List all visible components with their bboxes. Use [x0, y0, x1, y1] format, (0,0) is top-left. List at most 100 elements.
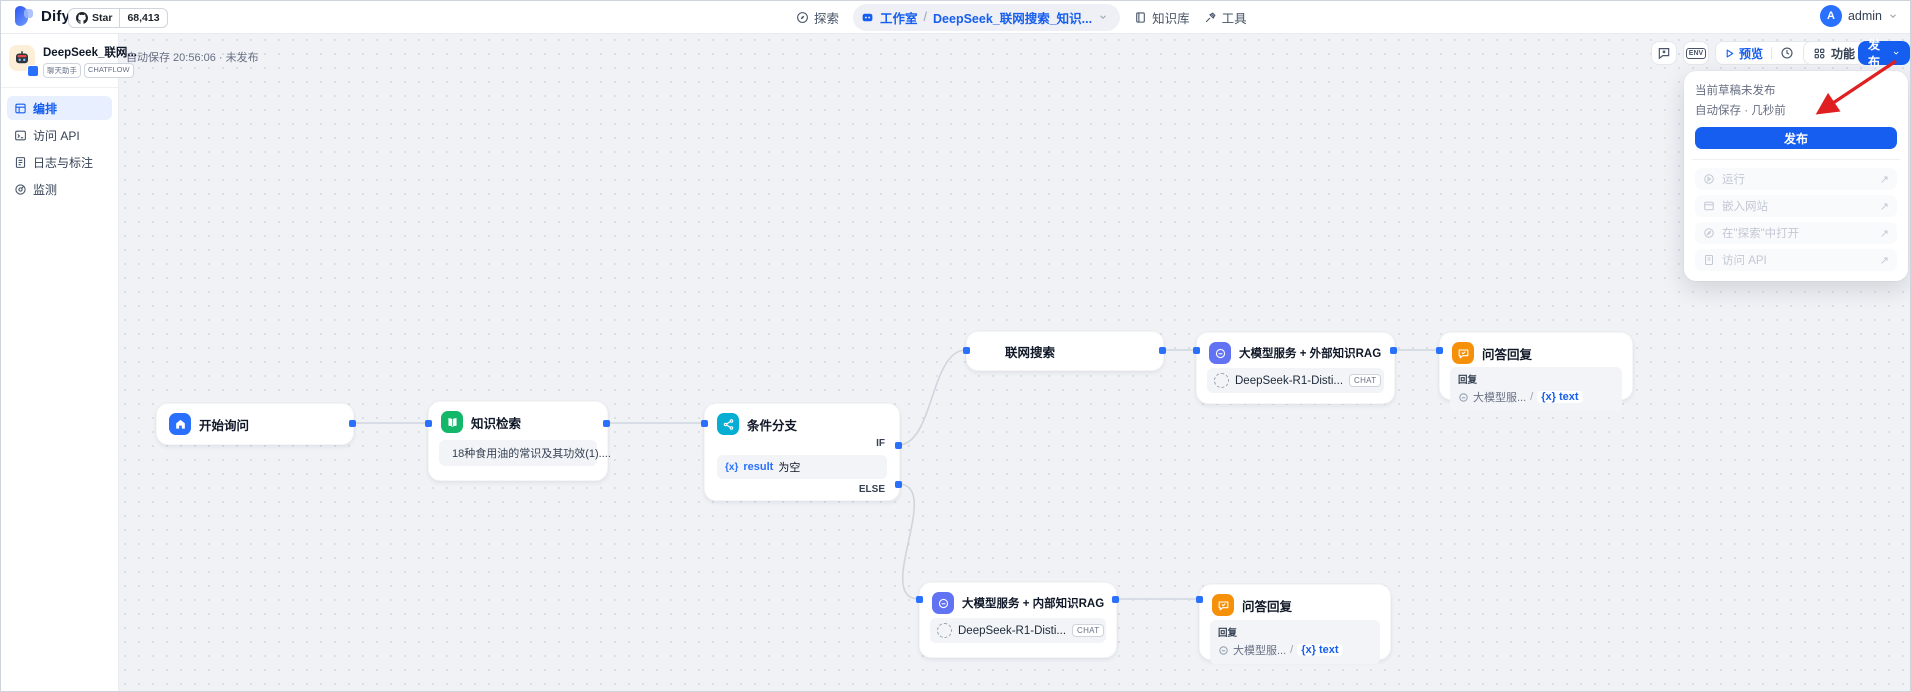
sidebar-item-orchestrate[interactable]: 编排 [7, 96, 112, 120]
model-mode-badge: CHAT [1349, 374, 1382, 387]
github-star-count[interactable]: 68,413 [119, 9, 166, 27]
node-title: 问答回复 [1482, 347, 1533, 362]
draft-status-text: 当前草稿未发布 [1695, 85, 1776, 97]
nav-studio-label[interactable]: 工作室 [880, 8, 918, 27]
connection-port[interactable] [1436, 347, 1443, 354]
version-history-icon[interactable] [1780, 46, 1794, 60]
connection-port[interactable] [349, 420, 356, 427]
connection-port[interactable] [895, 481, 902, 488]
llm-icon [1209, 342, 1231, 364]
model-selector[interactable]: DeepSeek-R1-Disti... CHAT [930, 618, 1106, 643]
connection-port[interactable] [963, 347, 970, 354]
connection-port[interactable] [1159, 347, 1166, 354]
connection-port[interactable] [1112, 596, 1119, 603]
github-star-badge[interactable]: Star 68,413 [68, 8, 168, 28]
chat-variables-button[interactable] [1651, 41, 1677, 65]
external-link-icon: ↗ [1879, 200, 1889, 213]
menu-item-label: 运行 [1722, 174, 1745, 186]
app-name-text: DeepSeek_联网... [43, 47, 137, 59]
sidebar-item-monitoring[interactable]: 监测 [7, 177, 112, 201]
preview-button[interactable]: 预览 [1724, 45, 1763, 62]
answer-panel: 回复 大模型服... / {x} text [1450, 367, 1622, 411]
run-play-circle-icon [1704, 174, 1714, 184]
nav-explore[interactable]: 探索 [796, 8, 839, 27]
answer-bubble-icon [1212, 594, 1234, 616]
home-icon [169, 413, 191, 435]
autosave-text: 自动保存 · 几秒前 [1695, 105, 1786, 117]
answer-bubble-icon [1452, 342, 1474, 364]
github-star-segment[interactable]: Star [69, 9, 119, 27]
tools-hammer-icon [1205, 11, 1216, 22]
chevron-down-icon[interactable] [1098, 12, 1108, 22]
studio-icon [862, 13, 873, 21]
features-button[interactable]: 功能 [1803, 41, 1866, 65]
connection-port[interactable] [895, 442, 902, 449]
node-llm-external-rag[interactable]: 大模型服务 + 外部知识RAG DeepSeek-R1-Disti... CHA… [1196, 332, 1395, 404]
connection-port[interactable] [425, 420, 432, 427]
workflow-canvas[interactable]: 自动保存 20:56:06 · 未发布 开始询问 知识检索 18种食用油的常识及… [118, 33, 1910, 691]
dify-logo-text: Dify [41, 7, 71, 25]
app-name[interactable]: DeepSeek_联网... [43, 44, 137, 60]
connection-port[interactable] [1193, 347, 1200, 354]
connection-port[interactable] [701, 420, 708, 427]
nav-tools[interactable]: 工具 [1204, 8, 1247, 27]
menu-item-embed-site[interactable]: 嵌入网站 ↗ [1695, 195, 1897, 217]
menu-item-open-in-explore[interactable]: 在"探索"中打开 ↗ [1695, 222, 1897, 244]
node-title: 大模型服务 + 内部知识RAG [962, 598, 1105, 610]
node-title: 问答回复 [1242, 599, 1293, 614]
publish-dropdown-button[interactable]: 发布 [1858, 38, 1910, 69]
github-octocat-icon [76, 12, 88, 24]
llm-icon [932, 592, 954, 614]
node-web-search[interactable]: 联网搜索 [966, 331, 1164, 371]
reply-label: 回复 [1218, 628, 1238, 639]
connection-port[interactable] [603, 420, 610, 427]
model-provider-icon [1214, 373, 1229, 388]
github-star-label: Star [92, 12, 113, 24]
dataset-item[interactable]: 18种食用油的常识及其功效(1).... [439, 440, 611, 466]
user-menu[interactable]: A admin [1819, 5, 1898, 27]
connection-port[interactable] [1196, 596, 1203, 603]
condition-expression[interactable]: {x} result 为空 [717, 455, 887, 479]
connection-port[interactable] [1390, 347, 1397, 354]
model-name: DeepSeek-R1-Disti... [1235, 374, 1344, 387]
nav-app-breadcrumb[interactable]: 工作室 / DeepSeek_联网搜索_知识... [853, 3, 1121, 31]
chevron-down-icon [1890, 14, 1896, 18]
llm-source-icon [1459, 392, 1468, 402]
node-condition-branch[interactable]: 条件分支 IF {x} result 为空 ELSE [704, 403, 900, 501]
user-name: admin [1847, 9, 1882, 23]
sidebar-item-api[interactable]: 访问 API [7, 123, 112, 147]
user-avatar[interactable]: A [1819, 5, 1842, 27]
node-start[interactable]: 开始询问 [156, 403, 354, 445]
sidebar-item-logs[interactable]: 日志与标注 [7, 150, 112, 174]
node-llm-internal-rag[interactable]: 大模型服务 + 内部知识RAG DeepSeek-R1-Disti... CHA… [919, 582, 1117, 658]
node-knowledge-retrieval[interactable]: 知识检索 18种食用油的常识及其功效(1).... [428, 401, 611, 481]
node-title: 开始询问 [199, 418, 250, 433]
nav-explore-label: 探索 [814, 11, 840, 26]
edge-if-websearch [897, 349, 967, 446]
else-branch-label: ELSE [858, 484, 885, 495]
app-header[interactable]: DeepSeek_联网... 聊天助手 CHATFLOW [1, 33, 137, 88]
environment-variables-button[interactable]: ENV [1683, 41, 1709, 65]
divider [1692, 159, 1900, 160]
nav-knowledge[interactable]: 知识库 [1134, 8, 1190, 27]
publish-confirm-button[interactable]: 发布 [1695, 127, 1897, 149]
external-link-icon: ↗ [1879, 227, 1889, 240]
menu-item-run[interactable]: 运行 ↗ [1695, 168, 1897, 190]
node-answer-top[interactable]: 问答回复 回复 大模型服... / {x} text [1439, 332, 1633, 411]
menu-item-access-api[interactable]: 访问 API ↗ [1695, 249, 1897, 271]
nav-knowledge-label: 知识库 [1152, 11, 1190, 26]
menu-item-label: 访问 API [1722, 255, 1767, 267]
model-provider-icon [937, 623, 952, 638]
dify-workflow-window: Dify Star 68,413 探索 工作室 / DeepSeek_联网搜索_… [0, 0, 1911, 692]
features-blocks-icon [1814, 48, 1825, 58]
api-terminal-icon [15, 130, 26, 140]
model-selector[interactable]: DeepSeek-R1-Disti... CHAT [1207, 368, 1384, 393]
nav-current-app-name[interactable]: DeepSeek_联网搜索_知识... [933, 8, 1092, 27]
connection-port[interactable] [916, 596, 923, 603]
explore-compass-icon [797, 11, 808, 23]
node-answer-bottom[interactable]: 问答回复 回复 大模型服... / {x} text [1199, 584, 1391, 664]
variable-tag: {x} [725, 461, 739, 473]
book-open-icon [441, 411, 463, 433]
node-title: 大模型服务 + 外部知识RAG [1239, 348, 1382, 360]
header-center-nav: 探索 工作室 / DeepSeek_联网搜索_知识... 知识库 工具 [796, 1, 1247, 33]
